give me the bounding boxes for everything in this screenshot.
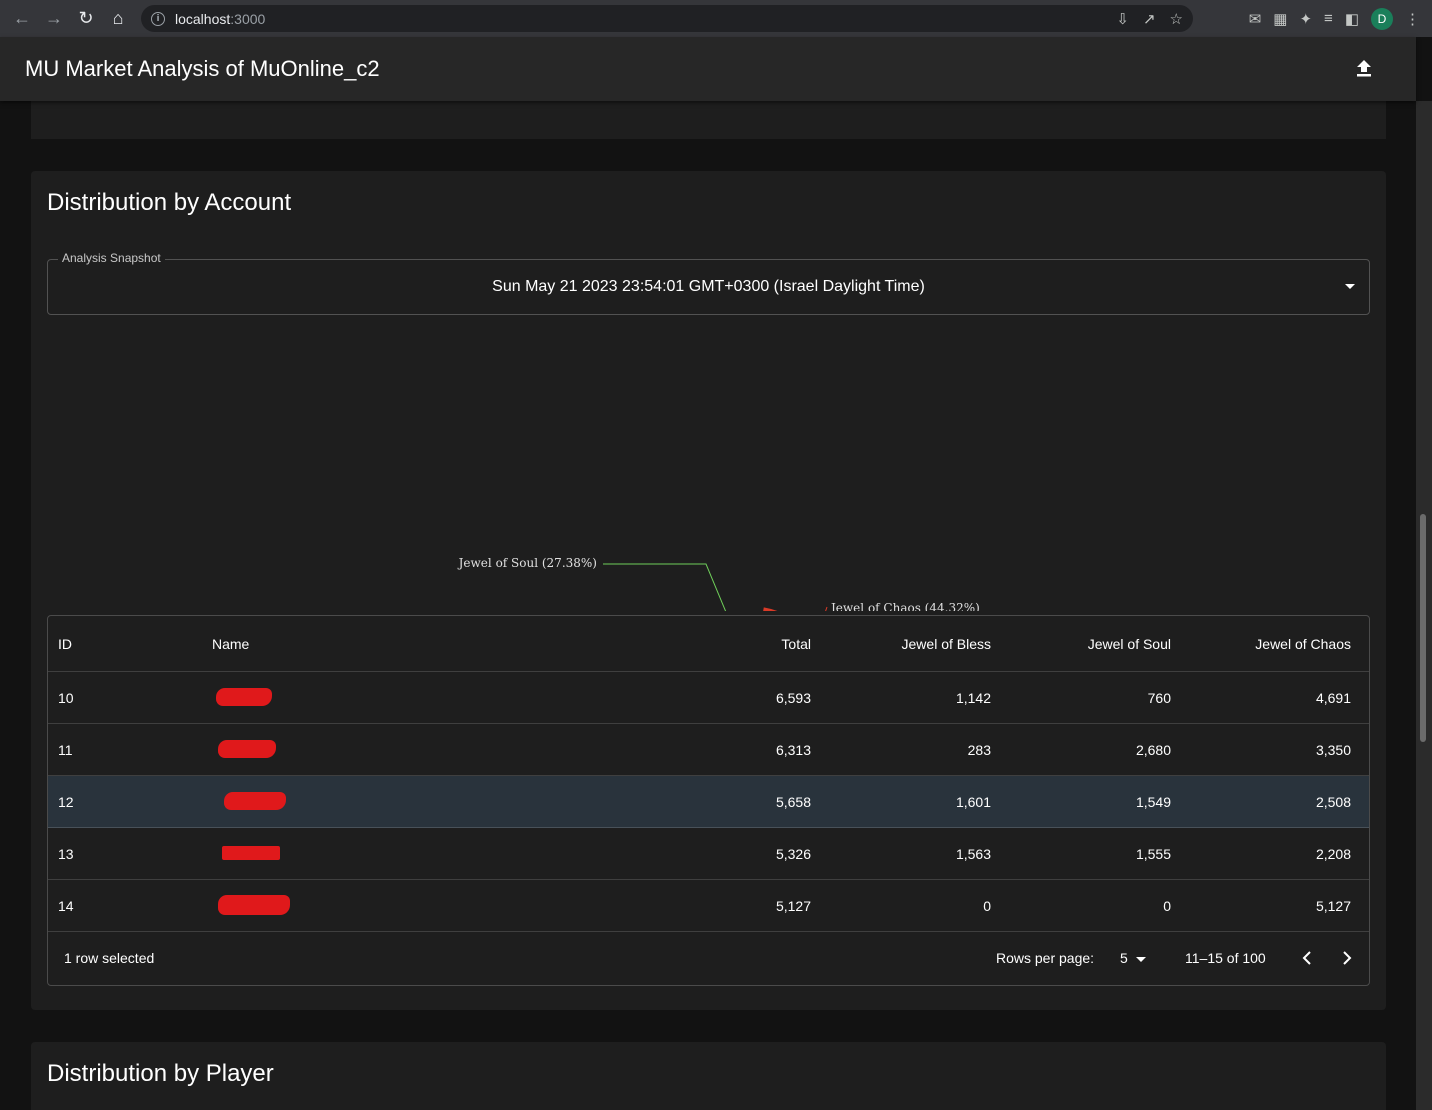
previous-card [31,101,1386,139]
redaction-mark [216,688,272,706]
cell-total: 5,326 [775,845,811,862]
cell-jewel-of-chaos: 5,127 [1315,897,1351,914]
cell-id: 12 [58,793,74,810]
next-page-button[interactable] [1335,946,1359,970]
cell-name-redacted [128,880,728,931]
pie-leader-line [603,563,729,617]
pie-leader-line [815,606,828,639]
cell-jewel-of-bless: 283 [967,741,991,758]
side-panel-icon[interactable]: ◧ [1345,10,1359,28]
cell-total: 5,127 [775,897,811,914]
distribution-chart: Jewel of Bless (28.3%)Jewel of Soul (27.… [47,331,1370,695]
menu-kebab-icon[interactable]: ⋮ [1405,10,1420,28]
cell-name-redacted [128,672,728,723]
redaction-mark [218,895,290,915]
redaction-mark [222,846,280,860]
section-title: Distribution by Player [47,1060,274,1087]
player-distribution-card: Distribution by Player [31,1042,1386,1110]
previous-page-button[interactable] [1295,946,1319,970]
cell-jewel-of-bless: 1,142 [955,689,991,706]
cell-id: 11 [58,741,73,758]
main-content: Distribution by Account Analysis Snapsho… [0,101,1416,1110]
chevron-left-icon [1302,951,1311,965]
table-row[interactable]: 10 6,593 1,142 760 4,691 [48,672,1369,724]
cell-name-redacted [128,724,728,775]
section-title: Distribution by Account [47,189,292,216]
pie-slice-label: Jewel of Chaos (44.32%) [829,601,980,611]
app-bar: MU Market Analysis of MuOnline_c2 [0,37,1416,101]
cell-id: 14 [58,897,74,914]
cell-total: 6,313 [775,741,811,758]
cell-id: 10 [58,689,74,706]
dropdown-arrow-icon [1345,284,1355,289]
account-distribution-card: Distribution by Account Analysis Snapsho… [31,171,1386,1010]
back-icon[interactable]: ← [6,3,38,35]
table-row[interactable]: 11 6,313 283 2,680 3,350 [48,724,1369,776]
account-table: ID Name Total Jewel of Bless Jewel of So… [47,615,1370,986]
pie-slice-jewel-of-chaos[interactable] [757,607,837,695]
rows-per-page-arrow-icon[interactable] [1136,957,1146,962]
upload-button[interactable] [1350,55,1378,83]
selected-count: 1 row selected [64,950,155,966]
scrollbar-thumb[interactable] [1420,514,1426,742]
column-header-jewel-of-chaos[interactable]: Jewel of Chaos [1181,636,1361,652]
reload-icon[interactable]: ↻ [70,3,102,35]
extensions-puzzle-icon[interactable]: ✦ [1299,10,1312,28]
pie-chart-svg: Jewel of Bless (28.3%)Jewel of Soul (27.… [457,556,980,695]
url-text[interactable]: localhost:3000 [175,11,265,27]
cell-jewel-of-soul: 1,549 [1135,793,1171,810]
snapshot-select-label: Analysis Snapshot [58,251,165,265]
forward-icon[interactable]: → [38,3,70,35]
column-header-jewel-of-bless[interactable]: Jewel of Bless [821,636,1001,652]
cell-jewel-of-soul: 2,680 [1135,741,1171,758]
pagination-range: 11–15 of 100 [1185,950,1266,966]
cell-jewel-of-chaos: 4,691 [1315,689,1351,706]
cell-jewel-of-soul: 1,555 [1135,845,1171,862]
browser-toolbar: ← → ↻ ⌂ i localhost:3000 ⇩ ↗ ☆ ✉ ▦ ✦ ≡ ◧… [0,0,1432,37]
snapshot-select-value: Sun May 21 2023 23:54:01 GMT+0300 (Israe… [492,278,925,295]
rows-per-page-select[interactable]: 5 [1120,950,1128,966]
cell-name-redacted [128,828,728,879]
app-title: MU Market Analysis of MuOnline_c2 [25,56,380,81]
column-header-total[interactable]: Total [728,636,821,652]
column-header-id[interactable]: ID [48,636,128,652]
profile-avatar[interactable]: D [1371,7,1393,30]
table-row[interactable]: 14 5,127 0 0 5,127 [48,880,1369,932]
table-footer: 1 row selected Rows per page: 5 11–15 of… [48,932,1369,984]
cell-jewel-of-soul: 0 [1163,897,1171,914]
bookmark-star-icon[interactable]: ☆ [1170,10,1183,28]
extension-icon[interactable]: ▦ [1273,10,1287,28]
cell-jewel-of-soul: 760 [1147,689,1171,706]
pie-slice-label: Jewel of Soul (27.38%) [457,556,597,570]
cell-jewel-of-bless: 0 [983,897,991,914]
cell-jewel-of-chaos: 2,508 [1315,793,1351,810]
cell-jewel-of-bless: 1,563 [955,845,991,862]
upload-icon [1357,60,1371,77]
snapshot-select[interactable]: Analysis Snapshot Sun May 21 2023 23:54:… [47,251,1370,315]
cell-name-redacted [128,776,728,827]
chevron-right-icon [1343,951,1352,965]
cell-total: 6,593 [775,689,811,706]
table-row-selected[interactable]: 12 5,658 1,601 1,549 2,508 [48,776,1369,828]
share-icon[interactable]: ↗ [1143,10,1156,28]
redaction-mark [218,740,276,758]
cell-jewel-of-chaos: 3,350 [1315,741,1351,758]
cell-id: 13 [58,845,74,862]
site-info-icon[interactable]: i [151,11,165,26]
table-header: ID Name Total Jewel of Bless Jewel of So… [48,616,1369,672]
address-bar[interactable]: i localhost:3000 ⇩ ↗ ☆ [141,5,1193,32]
install-icon[interactable]: ⇩ [1116,10,1129,28]
home-icon[interactable]: ⌂ [102,3,134,35]
column-header-jewel-of-soul[interactable]: Jewel of Soul [1001,636,1181,652]
cell-jewel-of-bless: 1,601 [955,793,991,810]
page-scrollbar[interactable] [1416,101,1432,1110]
redaction-mark [224,792,286,810]
cell-jewel-of-chaos: 2,208 [1315,845,1351,862]
column-header-name[interactable]: Name [128,616,728,671]
cell-total: 5,658 [775,793,811,810]
rows-per-page-label: Rows per page: [996,950,1095,966]
table-row[interactable]: 13 5,326 1,563 1,555 2,208 [48,828,1369,880]
mail-extension-icon[interactable]: ✉ [1249,10,1262,28]
reading-list-icon[interactable]: ≡ [1324,10,1333,27]
